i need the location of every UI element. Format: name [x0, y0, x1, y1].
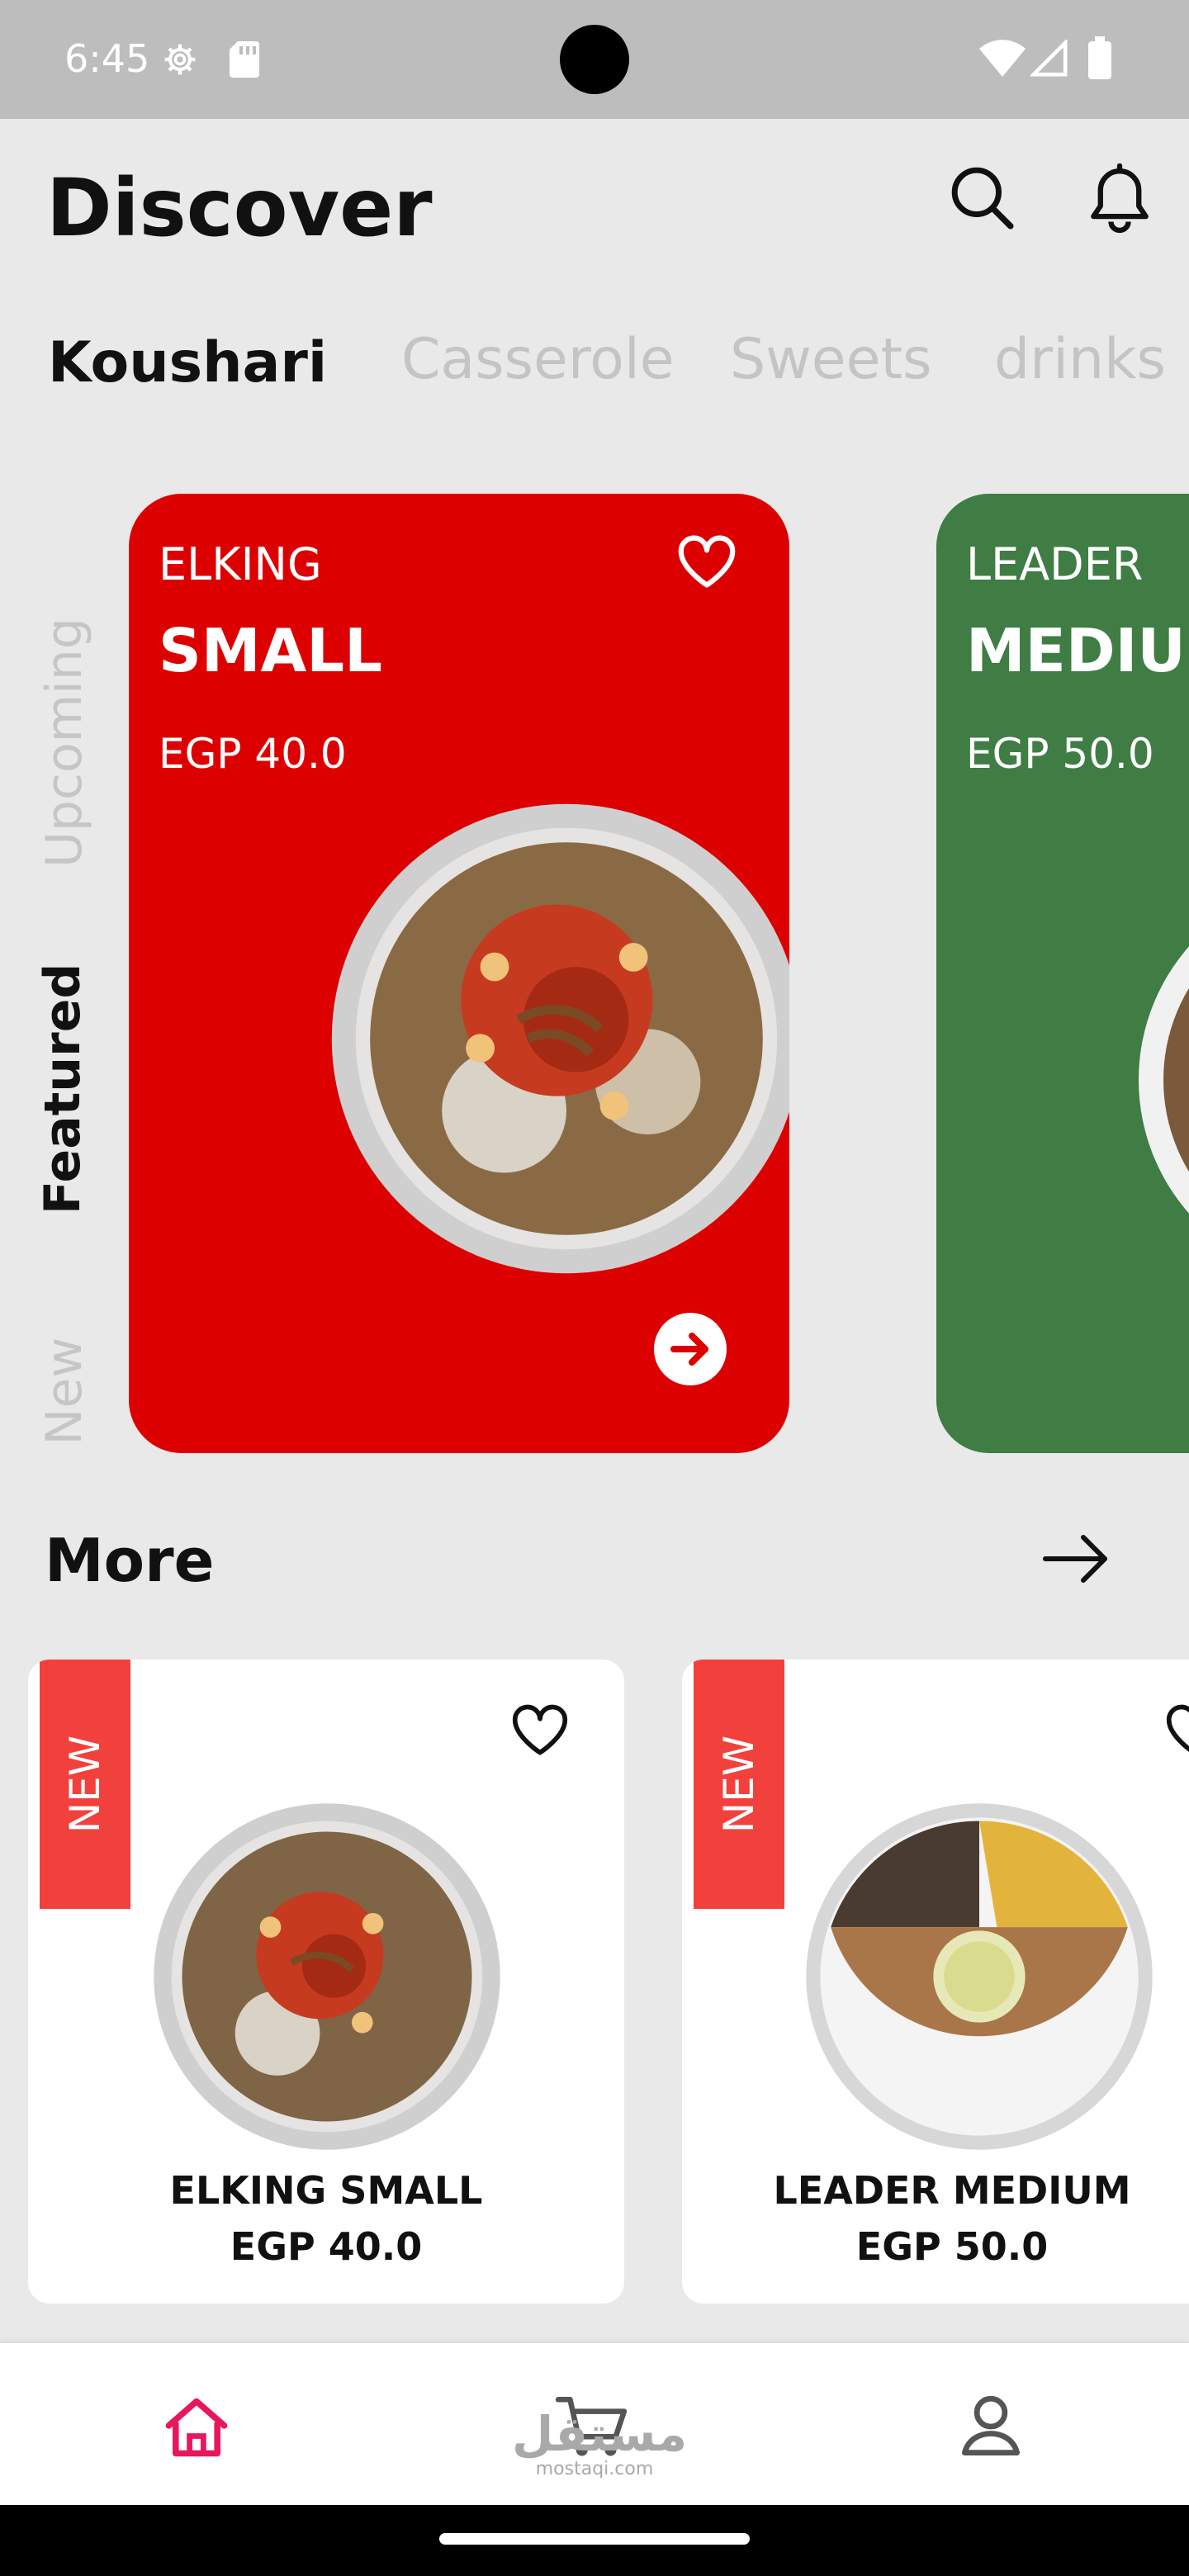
product-price: EGP 50.0 — [855, 2224, 1049, 2269]
featured-card[interactable]: ELKING SMALL EGP 40.0 — [129, 494, 789, 1453]
koshari-bowl-image — [154, 1803, 500, 2150]
new-badge-label: NEW — [61, 1735, 109, 1834]
arrow-right-icon — [670, 1333, 708, 1366]
more-section-title: More — [45, 1526, 215, 1595]
notification-bell-icon[interactable] — [1088, 163, 1151, 234]
bottom-navigation: مستقل mostaqi.com — [0, 2343, 1189, 2505]
sd-card-icon — [230, 41, 259, 78]
see-all-arrow-icon[interactable] — [1042, 1532, 1111, 1585]
watermark: مستقل mostaqi.com — [512, 2406, 688, 2480]
side-tab-upcoming[interactable]: Upcoming — [36, 618, 93, 868]
featured-size: MEDIUM — [966, 616, 1189, 685]
featured-size: SMALL — [159, 616, 382, 685]
favorite-heart-icon[interactable] — [510, 1704, 570, 1757]
status-time: 6:45 — [64, 36, 150, 81]
search-icon[interactable] — [948, 163, 1016, 231]
cell-signal-icon — [1030, 40, 1068, 77]
gesture-bar — [0, 2505, 1189, 2576]
watermark-main: مستقل — [512, 2406, 688, 2462]
koshari-bowl-image — [331, 803, 789, 1274]
product-card[interactable]: NEW LEADER MEDIUM EGP 50.0 — [682, 1660, 1189, 2304]
favorite-heart-icon[interactable] — [1164, 1704, 1189, 1757]
favorite-heart-icon[interactable] — [675, 535, 738, 590]
tab-sweets[interactable]: Sweets — [730, 327, 932, 392]
product-card[interactable]: NEW ELKING SMALL EGP 40.0 — [28, 1660, 624, 2304]
home-icon[interactable] — [162, 2394, 231, 2460]
tab-casserole[interactable]: Casserole — [401, 327, 675, 392]
side-tab-featured[interactable]: Featured — [34, 964, 92, 1215]
koshari-bowl-image — [806, 1803, 1153, 2150]
profile-icon[interactable] — [959, 2393, 1022, 2460]
new-badge: NEW — [694, 1660, 784, 1909]
product-name: LEADER MEDIUM — [773, 2168, 1131, 2213]
battery-icon — [1088, 36, 1111, 79]
page-title: Discover — [46, 162, 433, 254]
koshari-bowl-image — [1139, 946, 1189, 1214]
status-bar: 6:45 — [0, 0, 1189, 119]
tab-drinks[interactable]: drinks — [994, 327, 1166, 392]
featured-price: EGP 40.0 — [159, 730, 347, 778]
new-badge-label: NEW — [715, 1735, 763, 1834]
camera-cutout — [560, 25, 629, 94]
product-price: EGP 40.0 — [230, 2224, 423, 2269]
wifi-icon — [979, 40, 1026, 77]
featured-brand: ELKING — [159, 538, 322, 590]
open-item-button[interactable] — [654, 1313, 727, 1385]
tab-koushari[interactable]: Koushari — [48, 330, 327, 395]
featured-card[interactable]: LEADER MEDIUM EGP 50.0 — [936, 494, 1189, 1453]
new-badge: NEW — [40, 1660, 130, 1909]
product-name: ELKING SMALL — [169, 2168, 483, 2213]
watermark-sub: mostaqi.com — [535, 2459, 654, 2479]
featured-price: EGP 50.0 — [966, 730, 1154, 778]
featured-brand: LEADER — [966, 538, 1144, 590]
settings-gear-icon — [164, 44, 196, 75]
side-tab-new[interactable]: New — [36, 1284, 93, 1499]
home-gesture-handle[interactable] — [439, 2533, 750, 2545]
